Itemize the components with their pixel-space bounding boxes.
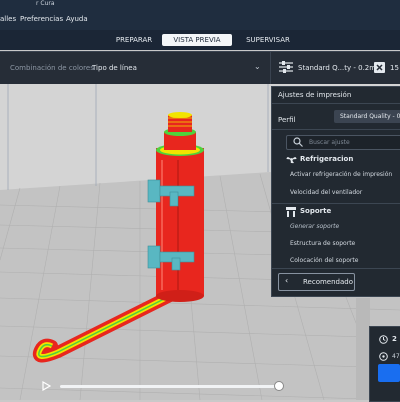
tab-prepare[interactable]: PREPARAR	[104, 34, 164, 46]
print-profile-summary[interactable]: Standard Q...ty - 0.2mm	[298, 64, 383, 72]
material-weight: 47	[392, 353, 400, 360]
chevron-down-icon[interactable]: ⌄	[254, 62, 261, 71]
infill-value: 15	[390, 64, 399, 72]
viewport-edge	[356, 298, 370, 400]
divider	[272, 103, 400, 104]
chevron-left-icon: ‹	[285, 276, 289, 285]
view-toolbar: Combinación de colores Tipo de línea ⌄ S…	[0, 51, 400, 84]
settings-search-input[interactable]: Buscar ajuste	[286, 135, 400, 150]
color-scheme-label: Combinación de colores	[10, 64, 94, 72]
panel-title: Ajustes de impresión	[278, 91, 352, 99]
divider	[272, 129, 400, 130]
menu-item-preferences[interactable]: Preferencias	[20, 15, 63, 23]
divider	[270, 52, 271, 84]
support-icon	[286, 207, 296, 217]
search-placeholder: Buscar ajuste	[309, 139, 350, 146]
setting-support-structure[interactable]: Estructura de soporte	[290, 240, 355, 247]
profile-label: Perfil	[278, 116, 296, 124]
menu-item-partial[interactable]: alles	[0, 15, 16, 23]
category-cooling[interactable]: Refrigeracion	[300, 155, 353, 163]
setting-enable-cooling[interactable]: Activar refrigeración de impresión	[290, 171, 392, 178]
tab-monitor[interactable]: SUPERVISAR	[238, 34, 298, 46]
divider	[272, 203, 400, 204]
spool-icon	[379, 352, 388, 361]
window-title: r Cura	[36, 0, 55, 7]
slice-button[interactable]	[378, 364, 400, 382]
clock-icon	[379, 335, 388, 344]
setting-support-placement[interactable]: Colocación del soporte	[290, 257, 358, 264]
print-time: 2	[392, 335, 397, 343]
setting-generate-support[interactable]: Generar soporte	[290, 223, 339, 230]
menu-item-help[interactable]: Ayuda	[66, 15, 88, 23]
slider-handle[interactable]	[274, 381, 284, 391]
fan-icon	[286, 157, 297, 164]
recommended-button[interactable]: ‹ Recomendado	[278, 273, 355, 291]
print-settings-panel: Ajustes de impresión Perfil Standard Qua…	[271, 86, 400, 297]
settings-sliders-icon[interactable]	[279, 61, 293, 73]
simulation-playbar	[38, 378, 288, 394]
menu-bar: alles Preferencias Ayuda	[0, 8, 400, 30]
tab-preview[interactable]: VISTA PREVIA	[162, 34, 232, 46]
divider	[272, 268, 400, 269]
color-scheme-select[interactable]: Tipo de línea	[92, 64, 137, 72]
title-bar: r Cura	[0, 0, 400, 8]
play-icon[interactable]	[42, 381, 51, 391]
recommended-label: Recomendado	[303, 278, 354, 286]
setting-fan-speed[interactable]: Velocidad del ventilador	[290, 189, 362, 196]
category-support[interactable]: Soporte	[300, 207, 331, 215]
search-icon	[293, 137, 303, 147]
layer-path-slider[interactable]	[60, 385, 280, 388]
profile-select[interactable]: Standard Quality - 0.2mm	[334, 110, 400, 123]
support-toggle-icon[interactable]	[374, 62, 385, 73]
stage-bar: PREPARAR VISTA PREVIA SUPERVISAR	[0, 30, 400, 50]
